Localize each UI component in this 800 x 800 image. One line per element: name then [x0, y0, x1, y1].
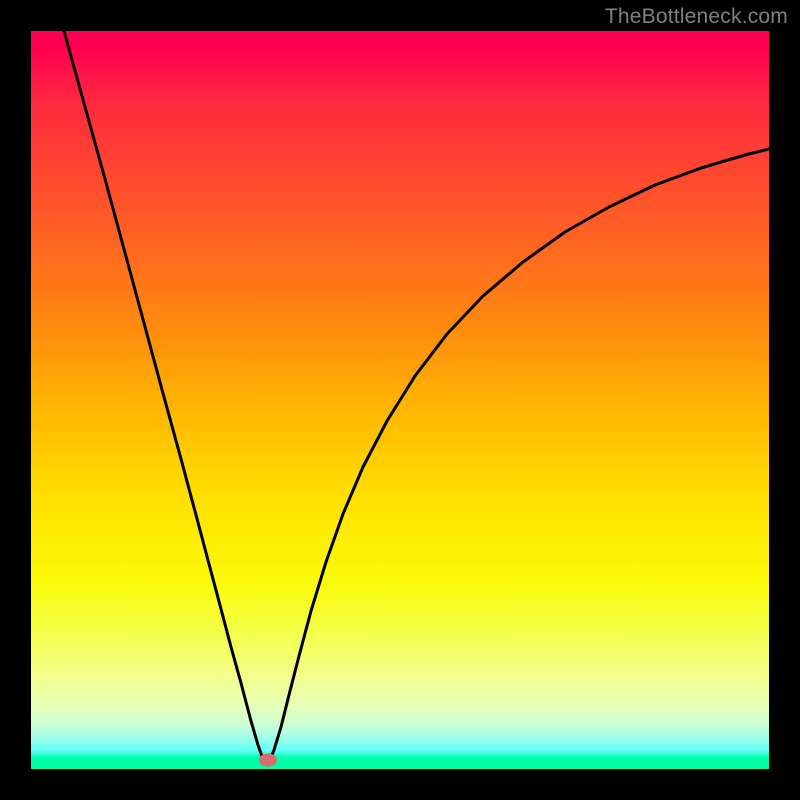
curve-layer	[31, 31, 769, 769]
minimum-marker	[259, 754, 277, 767]
chart-container: TheBottleneck.com	[0, 0, 800, 800]
bottleneck-curve	[64, 31, 769, 764]
watermark-text: TheBottleneck.com	[605, 5, 788, 29]
plot-area	[31, 31, 769, 769]
